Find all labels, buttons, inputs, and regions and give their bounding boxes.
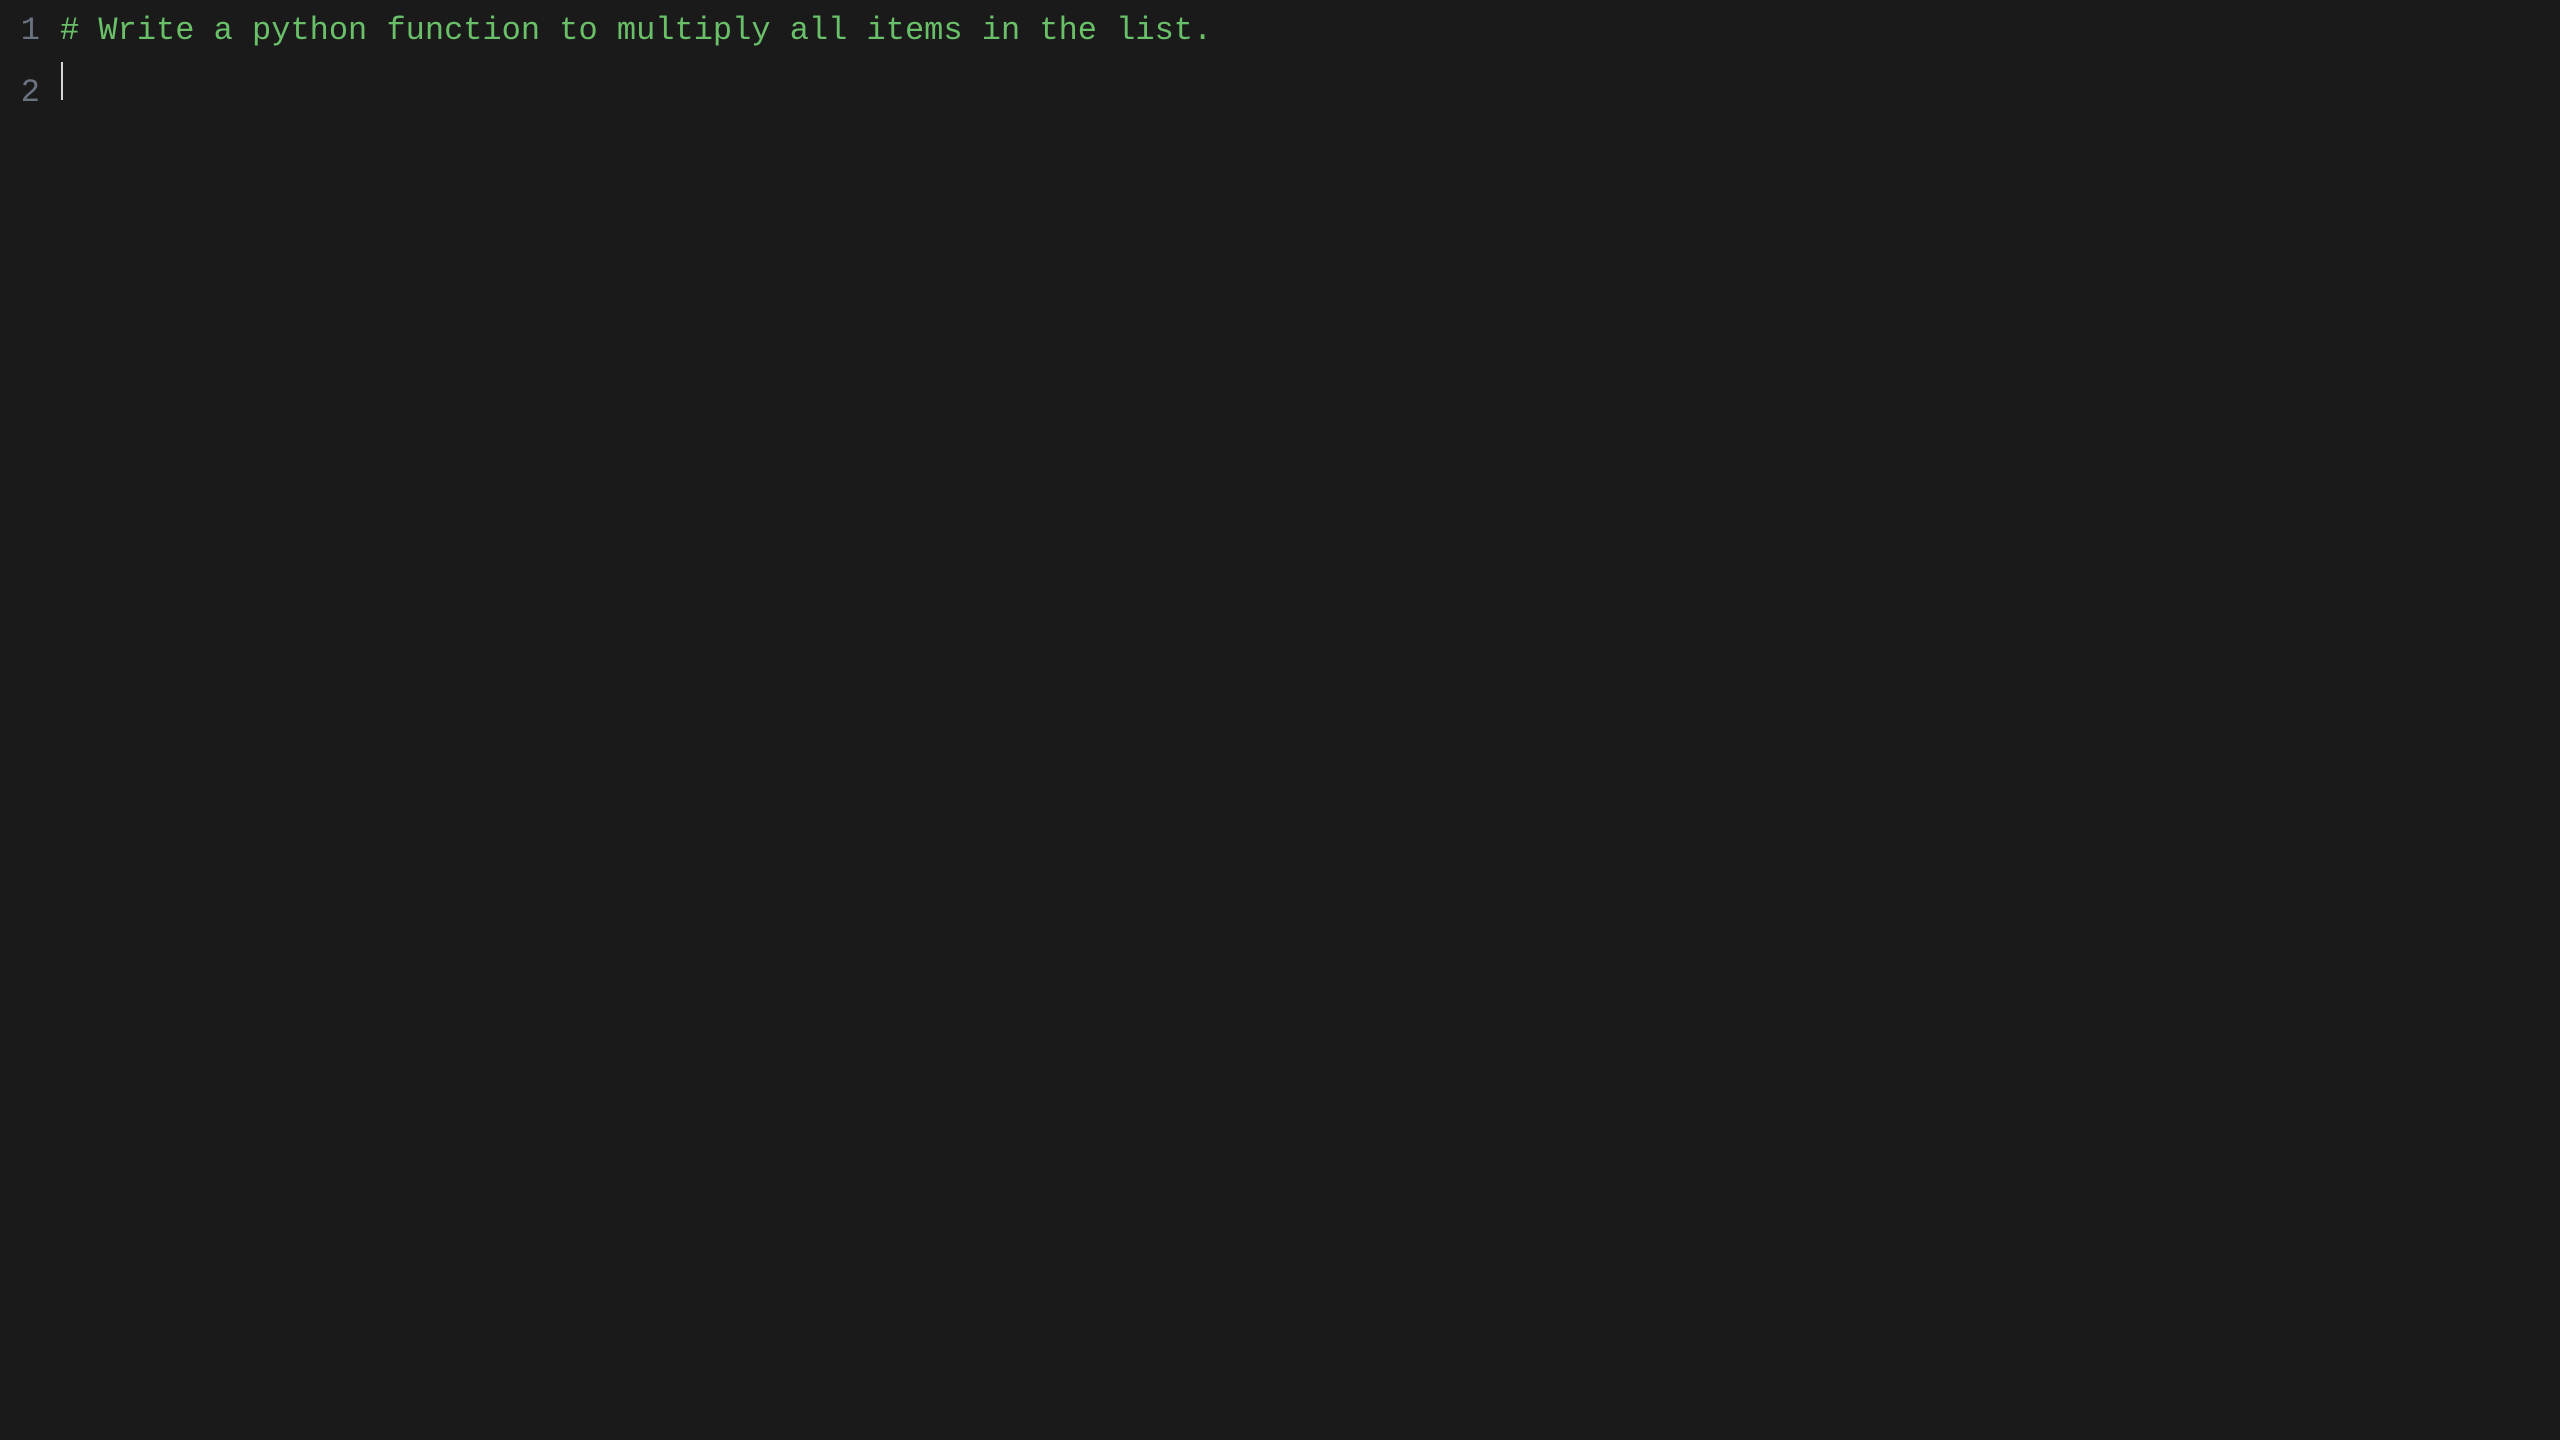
line-content-2 (60, 62, 63, 100)
line-number-2: 2 (0, 62, 60, 124)
line-number-1: 1 (0, 0, 60, 62)
comment-text-1: # Write a python function to multiply al… (60, 0, 1212, 62)
line-content-1: # Write a python function to multiply al… (60, 0, 1212, 62)
line-1: 1 # Write a python function to multiply … (0, 0, 2560, 62)
code-area[interactable]: 1 # Write a python function to multiply … (0, 0, 2560, 1440)
line-2: 2 (0, 62, 2560, 124)
code-editor[interactable]: 1 # Write a python function to multiply … (0, 0, 2560, 1440)
text-cursor (61, 62, 63, 100)
